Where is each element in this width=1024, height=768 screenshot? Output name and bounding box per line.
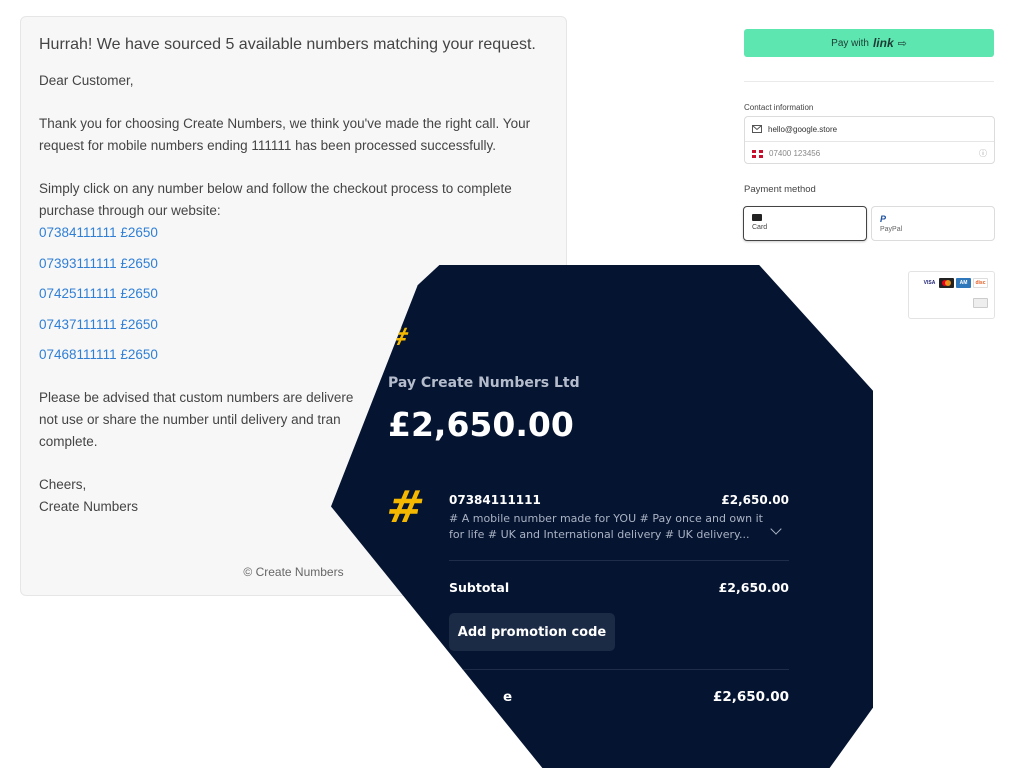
phone-placeholder: 07400 123456: [769, 149, 821, 158]
paypal-icon: P: [880, 214, 887, 224]
visa-logo-icon: VISA: [922, 278, 937, 288]
payment-method-card[interactable]: Card: [743, 206, 867, 241]
merchant-name: Pay Create Numbers Ltd: [388, 375, 580, 391]
number-link-2[interactable]: 07393111111 £2650: [39, 256, 158, 271]
email-heading: Hurrah! We have sourced 5 available numb…: [39, 36, 536, 53]
total-amount: £2,650.00: [388, 405, 574, 444]
divider: [449, 560, 789, 561]
phone-field[interactable]: 07400 123456 ⓘ: [745, 141, 994, 165]
payment-method-paypal[interactable]: P PayPal: [871, 206, 995, 241]
payment-method-label: Payment method: [744, 184, 816, 195]
mail-icon: [752, 125, 762, 133]
number-link-3[interactable]: 07425111111 £2650: [39, 286, 158, 301]
list-item: 07384111111 £2650: [39, 222, 548, 244]
line-item-price: £2,650.00: [721, 493, 789, 507]
contact-information-label: Contact information: [744, 103, 814, 112]
card-brand-logos: VISA AM disc: [908, 271, 995, 319]
payment-method-card-label: Card: [752, 224, 768, 231]
add-promotion-code-button[interactable]: Add promotion code: [449, 613, 615, 651]
item-hash-icon: #: [382, 482, 429, 533]
email-value: hello@google.store: [768, 124, 838, 134]
arrow-right-icon: ⇨: [897, 37, 907, 50]
email-field[interactable]: hello@google.store: [745, 117, 994, 141]
email-paragraph-delivery: Please be advised that custom numbers ar…: [39, 390, 354, 449]
number-link-4[interactable]: 07437111111 £2650: [39, 317, 158, 332]
subtotal-value: £2,650.00: [718, 580, 789, 595]
line-item-name: 07384111111: [449, 493, 541, 507]
diners-logo-icon: [973, 298, 988, 308]
pay-with-link-button[interactable]: Pay with link ⇨: [744, 29, 994, 57]
link-logo: link: [872, 36, 894, 50]
pay-with-label: Pay with: [831, 37, 869, 49]
number-link-1[interactable]: 07384111111 £2650: [39, 225, 158, 240]
amex-logo-icon: AM: [956, 278, 971, 288]
divider: [744, 81, 994, 82]
subtotal-label: Subtotal: [449, 580, 510, 595]
payment-summary-panel: # Pay Create Numbers Ltd £2,650.00 # 073…: [331, 265, 873, 768]
credit-card-icon: [752, 214, 762, 221]
contact-information-box: hello@google.store 07400 123456 ⓘ: [744, 116, 995, 164]
info-icon: ⓘ: [979, 149, 987, 158]
mastercard-logo-icon: [939, 278, 954, 288]
number-link-5[interactable]: 07468111111 £2650: [39, 347, 158, 362]
email-paragraph-thanks: Thank you for choosing Create Numbers, w…: [39, 116, 531, 153]
line-item-description: # A mobile number made for YOU # Pay onc…: [449, 512, 763, 541]
discover-logo-icon: disc: [973, 278, 988, 288]
uk-flag-icon: [752, 149, 763, 158]
total-due-label: e: [503, 689, 513, 705]
email-greeting: Dear Customer,: [39, 73, 134, 88]
total-due-value: £2,650.00: [712, 689, 789, 705]
divider: [449, 669, 789, 670]
payment-method-paypal-label: PayPal: [880, 226, 903, 233]
email-paragraph-instructions: Simply click on any number below and fol…: [39, 181, 512, 218]
